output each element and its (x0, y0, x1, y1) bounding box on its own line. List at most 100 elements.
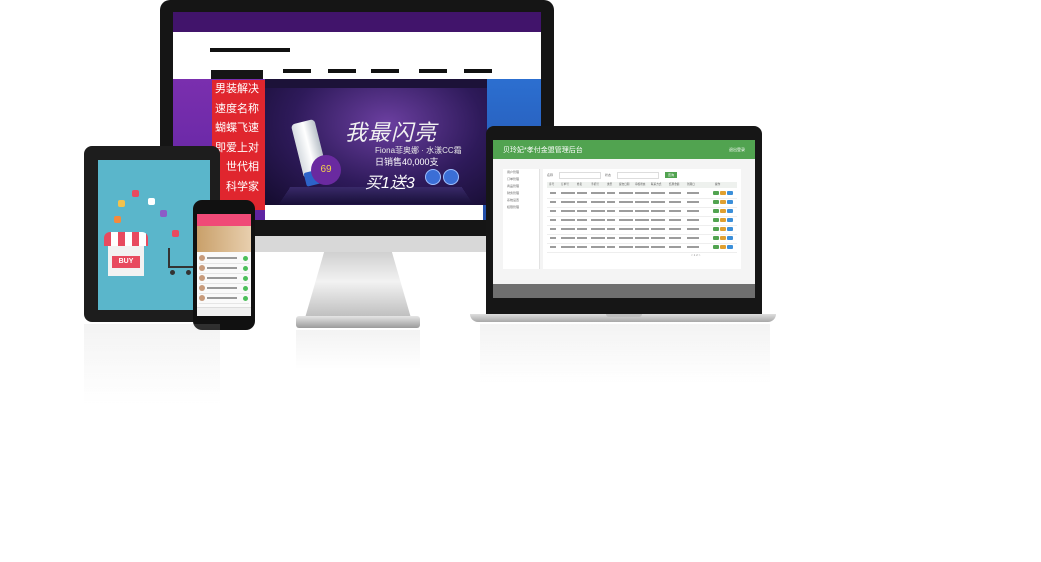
banner-title: 我最闪亮 (345, 121, 438, 146)
table-cell (561, 192, 575, 194)
sidebar-item[interactable]: 用户管理 (503, 169, 539, 176)
shopping-item-icon (160, 210, 167, 217)
table-cell (651, 219, 665, 221)
avatar (199, 295, 205, 301)
laptop-footer-bar (493, 284, 755, 298)
table-cell (607, 201, 615, 203)
table-cell (561, 201, 575, 203)
table-cell (635, 246, 649, 248)
monitor-stand (305, 252, 411, 318)
row-action-button[interactable] (713, 245, 719, 249)
list-item[interactable] (199, 284, 249, 294)
table-cell (669, 228, 681, 230)
nav-tab[interactable] (371, 69, 399, 73)
table-cell (561, 237, 575, 239)
row-action-button[interactable] (720, 191, 726, 195)
table-cell (651, 237, 665, 239)
row-action-button[interactable] (713, 200, 719, 204)
phone-screen (197, 214, 251, 316)
row-action-button[interactable] (720, 236, 726, 240)
list-item[interactable] (199, 254, 249, 264)
row-action-button[interactable] (720, 227, 726, 231)
row-action-button[interactable] (720, 218, 726, 222)
search-button[interactable]: 查询 (665, 172, 677, 178)
site-top-bar (173, 12, 541, 32)
status-dot-icon (243, 296, 248, 301)
table-cell (651, 192, 665, 194)
row-action-button[interactable] (713, 236, 719, 240)
sidebar-item[interactable]: 系统设置 (503, 197, 539, 204)
table-cell (591, 228, 605, 230)
list-item-text (207, 257, 237, 259)
row-action-button[interactable] (727, 200, 733, 204)
avatar (199, 275, 205, 281)
promo-circle-icon (443, 169, 459, 185)
row-action-button[interactable] (720, 200, 726, 204)
row-action-button[interactable] (713, 218, 719, 222)
admin-header: 贝玲妃*孝付金盟管理后台 退出登录 (493, 140, 755, 159)
table-cell (561, 246, 575, 248)
phone-tab-bar[interactable] (197, 307, 251, 316)
row-action-button[interactable] (727, 209, 733, 213)
row-action-button[interactable] (727, 245, 733, 249)
table-cell (635, 228, 649, 230)
hero-banner[interactable]: 69 我最闪亮 Fiona菲奥娜 · 水漾CC霜 日销售40,000支 买1送3 (265, 79, 487, 205)
nav-tab[interactable] (464, 69, 492, 73)
search-input[interactable] (559, 172, 601, 179)
table-cell (687, 246, 699, 248)
status-dot-icon (243, 286, 248, 291)
logout-link[interactable]: 退出登录 (729, 147, 745, 153)
sidebar-item[interactable]: 财务管理 (503, 190, 539, 197)
table-cell (687, 219, 699, 221)
row-action-button[interactable] (713, 227, 719, 231)
table-cell (669, 192, 681, 194)
keyword-line: 男装解决 (215, 83, 259, 95)
row-action-button[interactable] (713, 191, 719, 195)
pagination[interactable]: < 1 2 > (691, 253, 700, 257)
table-cell (550, 237, 556, 239)
table-cell (651, 246, 665, 248)
table-cell (619, 219, 633, 221)
avatar (199, 255, 205, 261)
table-cell (561, 210, 575, 212)
table-row[interactable] (547, 243, 737, 253)
sidebar-item[interactable]: 商品管理 (503, 183, 539, 190)
table-cell (607, 246, 615, 248)
nav-tab[interactable] (419, 69, 447, 73)
row-action-button[interactable] (727, 191, 733, 195)
phone-banner-image[interactable] (197, 226, 251, 252)
row-action-button[interactable] (720, 245, 726, 249)
table-cell (619, 192, 633, 194)
table-cell (550, 246, 556, 248)
row-action-button[interactable] (713, 209, 719, 213)
row-action-button[interactable] (727, 227, 733, 231)
table-cell (577, 219, 587, 221)
shopping-item-icon (148, 198, 155, 205)
list-item-text (207, 297, 237, 299)
column-header: 审核状态 (635, 183, 646, 186)
table-cell (550, 228, 556, 230)
table-cell (607, 228, 615, 230)
tablet-reflection (84, 324, 220, 404)
sidebar-item[interactable]: 订单管理 (503, 176, 539, 183)
row-action-button[interactable] (727, 236, 733, 240)
column-header: 序号 (549, 183, 555, 186)
gift-box-icon (172, 230, 179, 237)
status-select[interactable] (617, 172, 659, 179)
column-header: 姓名 (577, 183, 583, 186)
nav-tab[interactable] (328, 69, 356, 73)
sidebar-item[interactable]: 权限管理 (503, 204, 539, 211)
list-item[interactable] (199, 264, 249, 274)
shopping-item-icon (118, 200, 125, 207)
banner-sales-text: 日销售40,000支 (375, 157, 439, 167)
list-item[interactable] (199, 274, 249, 284)
table-cell (669, 210, 681, 212)
phone-app-header (197, 214, 251, 226)
table-cell (619, 246, 633, 248)
row-action-button[interactable] (720, 209, 726, 213)
list-item[interactable] (199, 294, 249, 304)
table-cell (591, 219, 605, 221)
column-header: 类型 (607, 183, 613, 186)
row-action-button[interactable] (727, 218, 733, 222)
nav-tab[interactable] (283, 69, 311, 73)
